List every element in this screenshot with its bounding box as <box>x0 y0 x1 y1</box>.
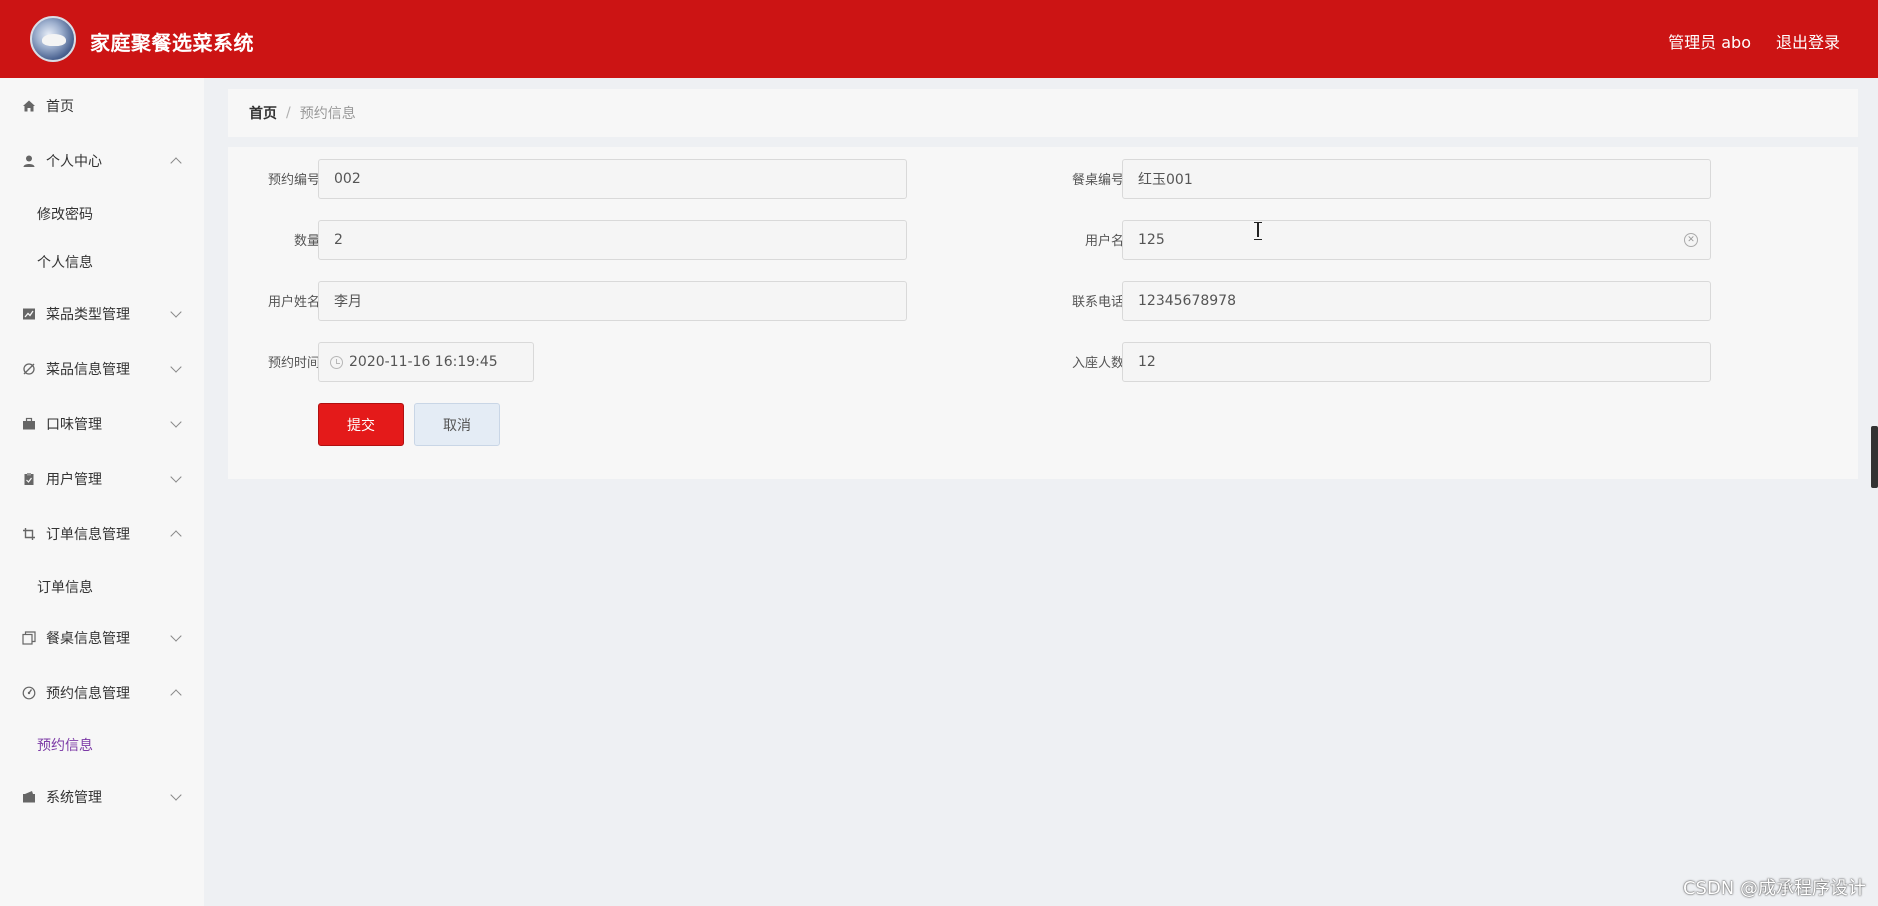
chart-icon <box>21 306 37 322</box>
sidebar-item-label: 餐桌信息管理 <box>46 631 130 647</box>
sidebar-item-label: 用户管理 <box>46 472 102 488</box>
briefcase-icon <box>21 416 37 432</box>
text-cursor-icon <box>1253 221 1263 240</box>
seats-input[interactable] <box>1123 354 1710 370</box>
tag-icon <box>21 361 37 377</box>
reservation-no-field[interactable] <box>318 159 907 199</box>
sidebar-subitem-personal-info[interactable]: 个人信息 <box>37 252 93 272</box>
chevron-up-icon <box>170 689 182 701</box>
chevron-down-icon <box>170 416 182 428</box>
sidebar-item-order[interactable]: 订单信息管理 <box>0 514 204 554</box>
clipboard-icon <box>21 471 37 487</box>
sidebar-subitem-order-info[interactable]: 订单信息 <box>37 577 93 597</box>
watermark: CSDN @成承程序设计 <box>1682 878 1866 899</box>
quantity-input[interactable] <box>319 232 906 248</box>
scrollbar-thumb[interactable] <box>1871 426 1878 488</box>
username-label: 用户名 <box>1084 234 1124 249</box>
seats-label: 入座人数 <box>1071 356 1124 371</box>
breadcrumb-current: 预约信息 <box>299 106 356 122</box>
sidebar-item-label: 菜品类型管理 <box>46 307 130 323</box>
user-icon <box>21 153 37 169</box>
sidebar-item-system[interactable]: 系统管理 <box>0 777 204 817</box>
wallet-icon <box>21 789 37 805</box>
sidebar-item-label: 菜品信息管理 <box>46 362 130 378</box>
quantity-field[interactable] <box>318 220 907 260</box>
reservation-no-label: 预约编号 <box>267 173 320 188</box>
top-header: 家庭聚餐选菜系统 管理员 abo 退出登录 <box>0 0 1878 78</box>
sidebar-subitem-reservation-info[interactable]: 预约信息 <box>37 735 93 755</box>
sidebar-item-label: 个人中心 <box>46 154 102 170</box>
chevron-down-icon <box>170 471 182 483</box>
app-logo <box>30 16 76 62</box>
sidebar-item-label: 首页 <box>46 99 74 115</box>
clear-input-icon[interactable]: ✕ <box>1684 233 1698 247</box>
username-field[interactable]: ✕ <box>1122 220 1711 260</box>
phone-field[interactable] <box>1122 281 1711 321</box>
sidebar-subitem-change-password[interactable]: 修改密码 <box>37 204 93 224</box>
cancel-button[interactable]: 取消 <box>414 403 500 446</box>
crop-icon <box>21 526 37 542</box>
logout-button[interactable]: 退出登录 <box>1776 29 1840 53</box>
app-title: 家庭聚餐选菜系统 <box>90 31 254 55</box>
phone-label: 联系电话 <box>1071 295 1124 310</box>
user-fullname-field[interactable] <box>318 281 907 321</box>
user-fullname-label: 用户姓名 <box>267 295 320 310</box>
sidebar-item-flavor[interactable]: 口味管理 <box>0 404 204 444</box>
username-input[interactable] <box>1123 232 1710 248</box>
table-no-label: 餐桌编号 <box>1071 173 1124 188</box>
table-no-field[interactable] <box>1122 159 1711 199</box>
sidebar-item-home[interactable]: 首页 <box>0 86 204 126</box>
copy-icon <box>21 630 37 646</box>
breadcrumb: 首页 / 预约信息 <box>228 89 1858 137</box>
user-fullname-input[interactable] <box>319 293 906 309</box>
breadcrumb-home[interactable]: 首页 <box>249 103 277 123</box>
phone-input[interactable] <box>1123 293 1710 309</box>
sidebar-item-personal-center[interactable]: 个人中心 <box>0 141 204 181</box>
reservation-time-picker[interactable] <box>318 342 534 382</box>
quantity-label: 数量 <box>293 234 320 249</box>
sidebar-item-label: 口味管理 <box>46 417 102 433</box>
clock-icon <box>330 356 343 369</box>
sidebar: 首页 个人中心 修改密码 个人信息 菜品类型管理 菜品信息管理 口味管理 用户管… <box>0 78 204 906</box>
reservation-form-panel: 预约编号 餐桌编号 数量 用户名 ✕ 用户姓名 联系电话 预约时间 入座人数 提… <box>228 147 1858 479</box>
chevron-up-icon <box>170 530 182 542</box>
sidebar-item-dish-info[interactable]: 菜品信息管理 <box>0 349 204 389</box>
chevron-up-icon <box>170 157 182 169</box>
sidebar-item-table[interactable]: 餐桌信息管理 <box>0 618 204 658</box>
seats-field[interactable] <box>1122 342 1711 382</box>
reservation-time-label: 预约时间 <box>267 356 320 371</box>
sidebar-item-reservation[interactable]: 预约信息管理 <box>0 673 204 713</box>
breadcrumb-separator: / <box>286 105 291 121</box>
chevron-down-icon <box>170 361 182 373</box>
sidebar-item-label: 订单信息管理 <box>46 527 130 543</box>
reservation-time-input[interactable] <box>319 354 533 370</box>
reservation-no-input[interactable] <box>319 171 906 187</box>
sidebar-item-user[interactable]: 用户管理 <box>0 459 204 499</box>
submit-button[interactable]: 提交 <box>318 403 404 446</box>
chevron-down-icon <box>170 306 182 318</box>
home-icon <box>21 98 37 114</box>
sidebar-item-dish-type[interactable]: 菜品类型管理 <box>0 294 204 334</box>
chevron-down-icon <box>170 630 182 642</box>
sidebar-item-label: 系统管理 <box>46 790 102 806</box>
chevron-down-icon <box>170 789 182 801</box>
admin-user-label: 管理员 abo <box>1668 33 1751 52</box>
table-no-input[interactable] <box>1123 171 1710 187</box>
sidebar-item-label: 预约信息管理 <box>46 686 130 702</box>
gauge-icon <box>21 685 37 701</box>
